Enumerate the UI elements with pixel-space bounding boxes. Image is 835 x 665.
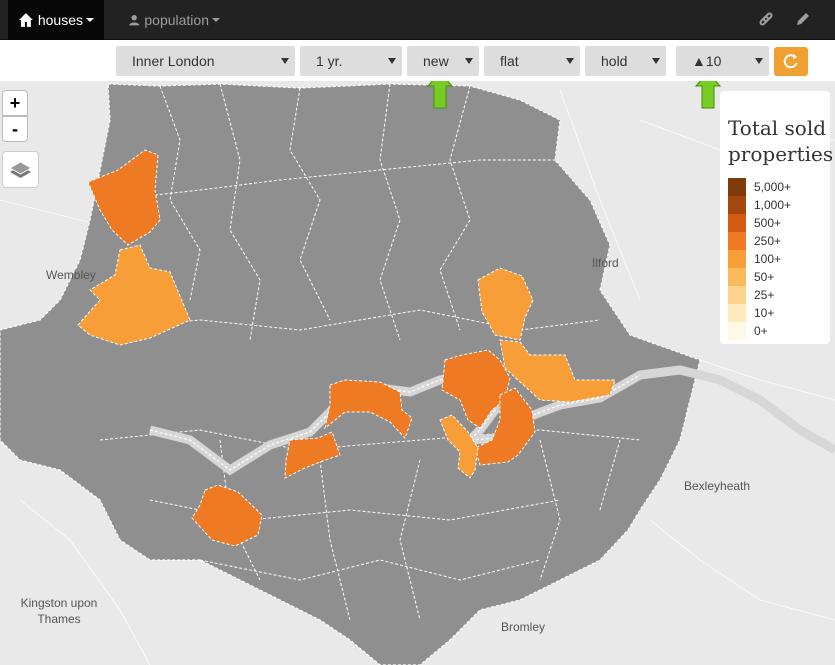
link-icon[interactable] (757, 10, 775, 28)
period-select-value: 1 yr. (316, 53, 343, 69)
area-select-value: Inner London (132, 53, 215, 69)
chevron-down-icon (755, 58, 763, 64)
legend-item: 0+ (728, 322, 768, 340)
legend-title: Total sold properties (728, 116, 834, 166)
legend-item: 5,000+ (728, 178, 791, 196)
place-label-wembley: Wembley (46, 268, 96, 282)
legend-item: 25+ (728, 286, 774, 304)
home-icon (18, 13, 33, 27)
legend-swatch (728, 304, 746, 322)
area-select[interactable]: Inner London (116, 46, 295, 76)
top-navbar: houses population (0, 0, 835, 40)
tenure-select[interactable]: hold (585, 46, 666, 76)
age-select-value: new (423, 53, 449, 69)
legend-swatch (728, 232, 746, 250)
legend-label: 25+ (754, 288, 775, 302)
zoom-in-button[interactable]: + (2, 90, 28, 116)
age-select[interactable]: new (407, 46, 479, 76)
layers-icon (9, 161, 32, 178)
place-label-ilford: Ilford (592, 256, 619, 270)
map[interactable]: Wembley Ilford Bexleyheath Kingston upon… (0, 81, 835, 665)
legend-item: 500+ (728, 214, 781, 232)
period-select[interactable]: 1 yr. (300, 46, 402, 76)
legend-label: 50+ (754, 270, 775, 284)
chevron-down-icon (566, 58, 574, 64)
legend-swatch (728, 196, 746, 214)
type-select-value: flat (500, 53, 519, 69)
legend-swatch (728, 178, 746, 196)
threshold-select[interactable]: ▲10 (676, 46, 769, 76)
legend-label: 10+ (754, 306, 775, 320)
legend-item: 1,000+ (728, 196, 791, 214)
threshold-select-value: ▲10 (692, 53, 722, 69)
legend-swatch (728, 268, 746, 286)
place-label-kingston: Kingston upon Thames (20, 596, 98, 626)
legend-label: 100+ (754, 252, 782, 266)
filter-toolbar: Inner London 1 yr. new flat hold ▲10 (0, 40, 835, 81)
place-label-bexleyheath: Bexleyheath (684, 479, 751, 493)
legend-item: 10+ (728, 304, 774, 322)
legend-swatch (728, 214, 746, 232)
layers-button[interactable] (2, 151, 39, 188)
chevron-down-icon (281, 58, 289, 64)
tab-population-label: population (144, 12, 209, 28)
user-icon (129, 14, 140, 26)
tab-houses[interactable]: houses (8, 0, 104, 40)
tab-houses-label: houses (37, 12, 83, 28)
refresh-icon (783, 54, 798, 69)
chevron-down-icon (212, 18, 220, 22)
pencil-icon[interactable] (794, 10, 812, 28)
legend-item: 100+ (728, 250, 781, 268)
legend-label: 5,000+ (754, 180, 792, 194)
legend-label: 1,000+ (754, 198, 792, 212)
type-select[interactable]: flat (484, 46, 580, 76)
chevron-down-icon (465, 58, 473, 64)
chevron-down-icon (86, 18, 94, 22)
tab-population[interactable]: population (118, 0, 230, 40)
legend-swatch (728, 286, 746, 304)
legend-item: 250+ (728, 232, 781, 250)
place-label-bromley: Bromley (501, 620, 546, 634)
tenure-select-value: hold (601, 53, 628, 69)
legend-swatch (728, 322, 746, 340)
map-canvas (0, 81, 835, 665)
legend-swatch (728, 250, 746, 268)
legend: Total sold properties 5,000+ 1,000+ 500+ 25… (720, 91, 834, 344)
legend-label: 250+ (754, 234, 782, 248)
legend-item: 50+ (728, 268, 774, 286)
chevron-down-icon (652, 58, 660, 64)
legend-label: 0+ (754, 324, 768, 338)
refresh-button[interactable] (774, 47, 808, 76)
zoom-out-button[interactable]: - (2, 116, 28, 142)
chevron-down-icon (388, 58, 396, 64)
legend-label: 500+ (754, 216, 782, 230)
